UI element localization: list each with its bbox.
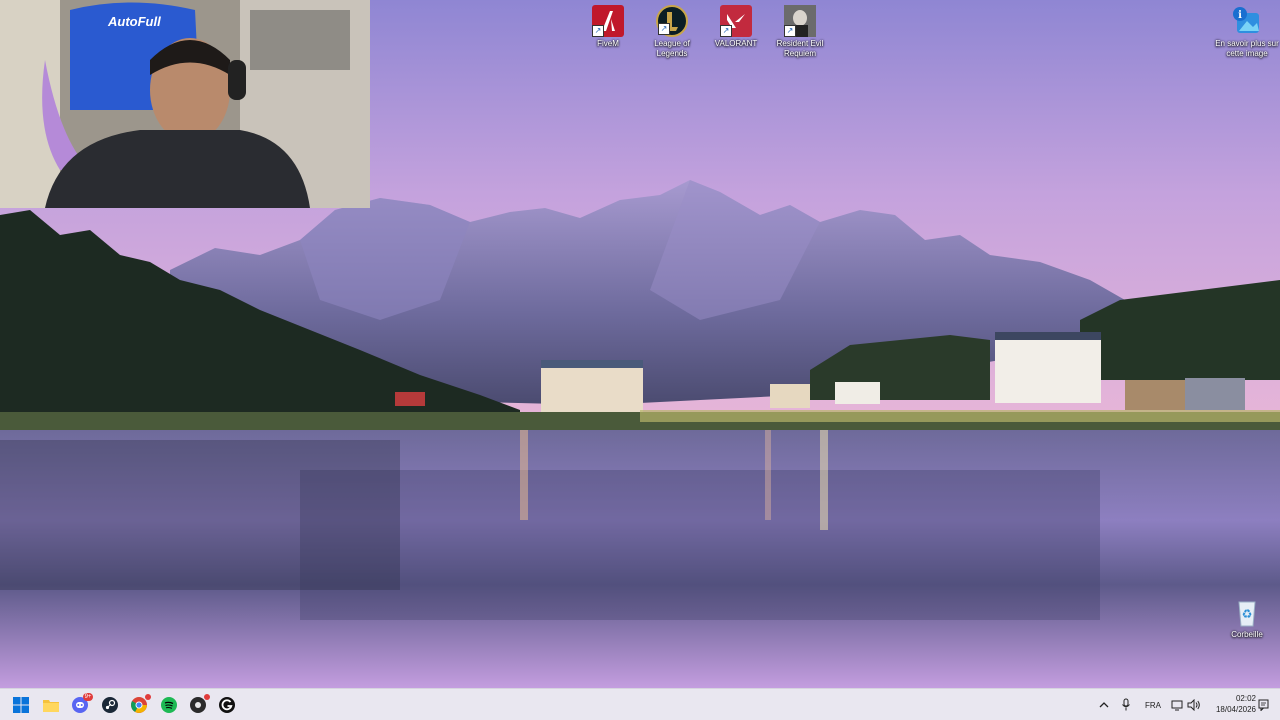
desktop-icon-recycle-bin[interactable]: ♻ Corbeille xyxy=(1214,596,1280,640)
resident-evil-requiem-icon: ↗ xyxy=(784,5,816,37)
shortcut-arrow-icon: ↗ xyxy=(658,23,670,35)
desktop-icon-fivem[interactable]: ↗ FiveM xyxy=(575,5,641,49)
taskbar-steam[interactable] xyxy=(99,695,121,715)
notification-dot xyxy=(145,694,151,700)
desktop-icon-label: FiveM xyxy=(597,39,619,48)
desktop-icon-label: Corbeille xyxy=(1231,630,1263,639)
windows-start-icon xyxy=(13,697,29,713)
network-volume-button[interactable] xyxy=(1168,695,1204,715)
notification-dot xyxy=(204,694,210,700)
volume-icon xyxy=(1187,699,1200,711)
taskbar: 9+ FRA 02:02 18/04/2026 xyxy=(0,688,1280,720)
svg-text:i: i xyxy=(1238,10,1242,21)
shortcut-arrow-icon: ↗ xyxy=(720,25,732,37)
chevron-up-icon xyxy=(1099,702,1109,708)
info-camera-icon: i xyxy=(1231,5,1263,37)
desktop-icon-league-of-legends[interactable]: ↗ League of Legends xyxy=(639,5,705,59)
microphone-icon xyxy=(1122,698,1130,711)
taskbar-app-red-dot[interactable] xyxy=(187,694,210,715)
recycle-bin-icon: ♻ xyxy=(1231,596,1263,628)
steam-icon xyxy=(102,697,118,713)
taskbar-file-explorer[interactable] xyxy=(40,695,62,715)
clock-button[interactable]: 02:02 18/04/2026 xyxy=(1206,693,1256,717)
start-button[interactable] xyxy=(10,695,32,715)
taskbar-g-hub[interactable] xyxy=(216,695,238,715)
desktop-icon-resident-evil-requiem[interactable]: ↗ Resident Evil Requiem xyxy=(767,5,833,59)
desktop-icon-label: VALORANT xyxy=(714,39,758,48)
chair-brand-text: AutoFull xyxy=(108,14,161,29)
input-language-indicator[interactable]: FRA xyxy=(1145,701,1161,710)
g-icon xyxy=(219,697,235,713)
taskbar-chrome[interactable] xyxy=(128,694,151,715)
desktop-icon-label: Resident Evil Requiem xyxy=(776,39,824,58)
chrome-icon xyxy=(131,697,147,713)
network-icon xyxy=(1171,700,1183,710)
shortcut-arrow-icon: ↗ xyxy=(784,25,796,37)
microphone-button[interactable] xyxy=(1118,695,1134,715)
notification-center-button[interactable] xyxy=(1256,695,1270,715)
desktop-icon-label: En savoir plus sur cette image xyxy=(1215,39,1279,58)
webcam-overlay: AutoFull xyxy=(0,0,370,208)
fivem-icon: ↗ xyxy=(592,5,624,37)
shortcut-arrow-icon: ↗ xyxy=(592,25,604,37)
tray-overflow-button[interactable] xyxy=(1096,695,1112,715)
valorant-icon: ↗ xyxy=(720,5,752,37)
clock-date: 18/04/2026 xyxy=(1215,705,1256,714)
folder-icon xyxy=(43,700,59,712)
svg-text:♻: ♻ xyxy=(1242,607,1253,621)
taskbar-discord[interactable]: 9+ xyxy=(69,693,93,715)
desktop-icon-label: League of Legends xyxy=(654,39,690,58)
desktop-icon-spotlight[interactable]: i En savoir plus sur cette image xyxy=(1214,5,1280,59)
taskbar-spotify[interactable] xyxy=(158,695,180,715)
spotify-icon xyxy=(161,697,177,713)
app-icon xyxy=(190,697,206,713)
desktop-icon-valorant[interactable]: ↗ VALORANT xyxy=(703,5,769,49)
notification-badge: 9+ xyxy=(83,693,93,701)
clock-time: 02:02 xyxy=(1235,694,1256,703)
webcam-feed xyxy=(0,0,370,208)
notification-bell-icon xyxy=(1258,699,1268,711)
league-of-legends-icon: ↗ xyxy=(656,5,688,37)
